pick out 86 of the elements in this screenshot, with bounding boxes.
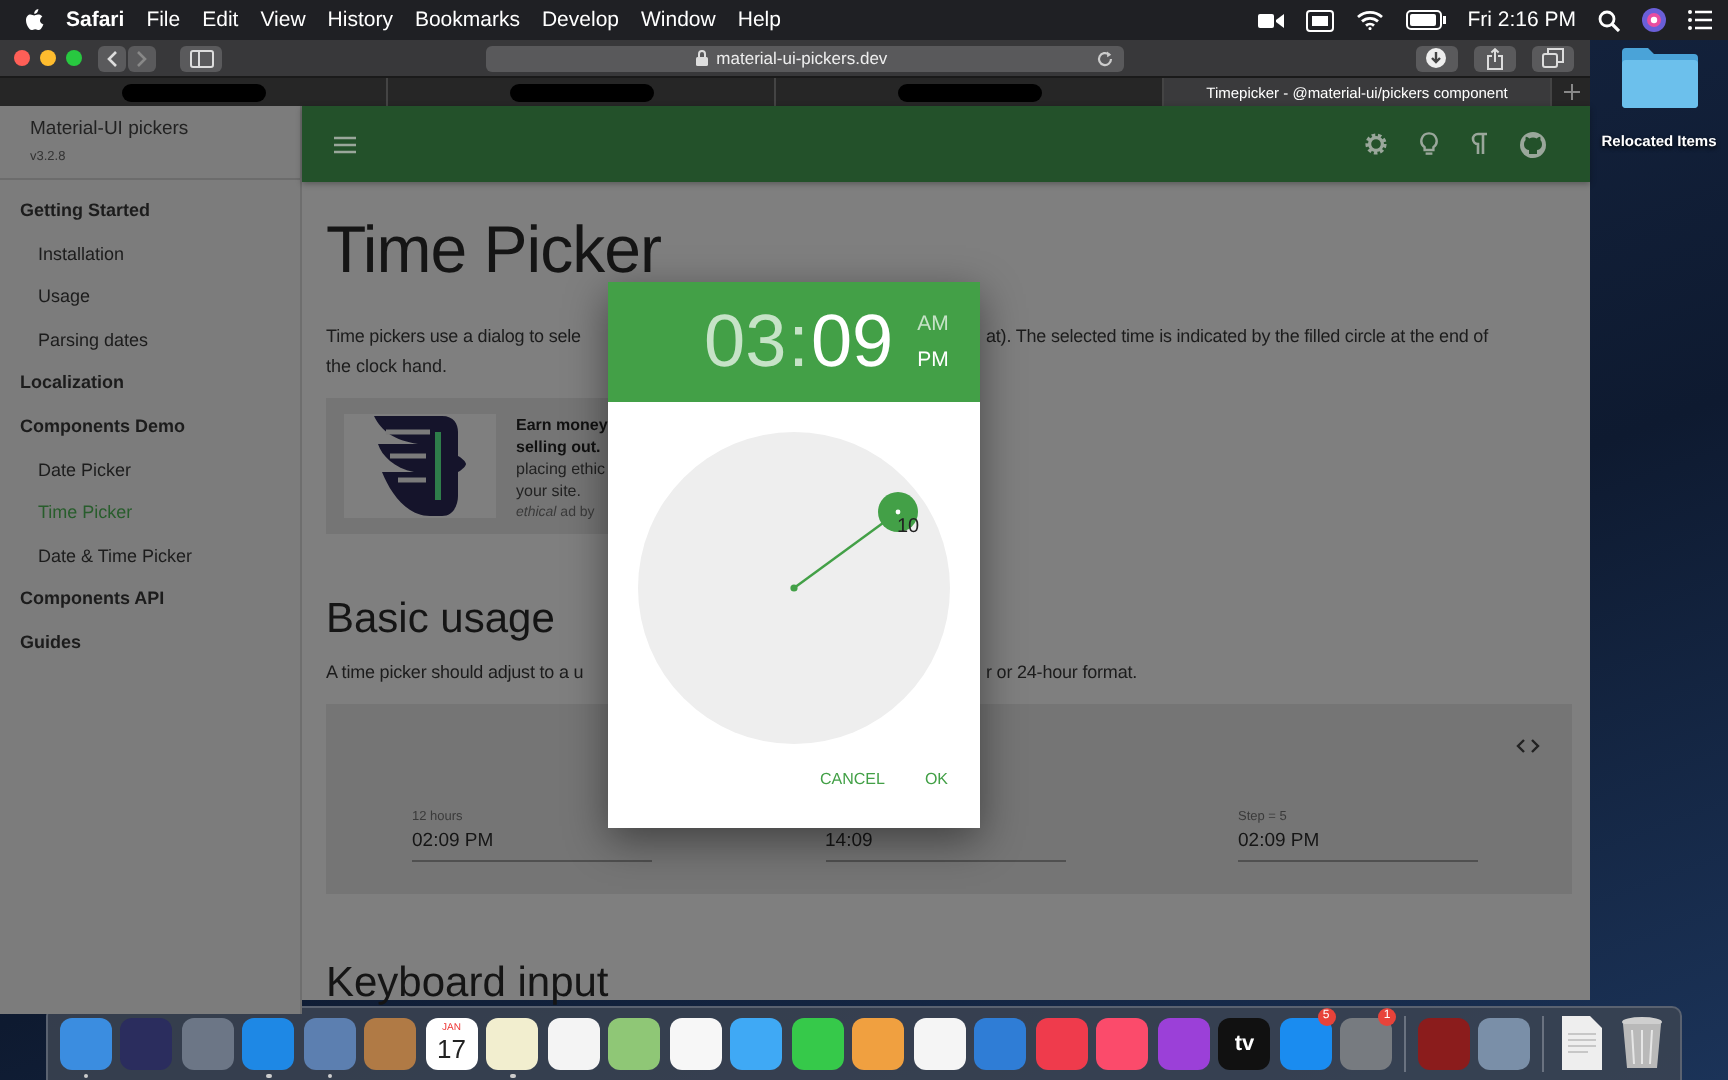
calendar-day: 17 (437, 1033, 466, 1065)
menu-item[interactable]: History (327, 8, 393, 32)
paragraph-text: r or 24-hour format. (986, 660, 1140, 686)
field-value: 02:09 PM (412, 828, 494, 856)
nav-item[interactable]: Parsing dates (0, 319, 149, 363)
nav-item[interactable]: Date Picker (0, 449, 132, 493)
ad-headline: selling out. (516, 436, 601, 458)
minute-display[interactable]: 09 (810, 302, 894, 382)
apple-logo-icon[interactable] (24, 8, 44, 32)
share-button[interactable] (1473, 45, 1516, 71)
folder-icon[interactable] (1619, 44, 1699, 108)
menu-icon[interactable] (334, 135, 356, 153)
url-text: material-ui-pickers.dev (716, 48, 888, 68)
clock-hand[interactable] (790, 492, 918, 592)
site-title: Material-UI pickers (30, 118, 191, 140)
nav-section[interactable]: Guides (0, 621, 82, 666)
field-value: 02:09 PM (1238, 828, 1320, 856)
chevron-left-icon (106, 49, 118, 67)
nav-section[interactable]: Getting Started (0, 190, 151, 234)
download-button[interactable] (1415, 45, 1458, 71)
code-icon[interactable] (1516, 738, 1540, 754)
dialog-action-button[interactable]: CANCEL (803, 762, 901, 796)
redaction-mark (121, 83, 265, 101)
nav-item[interactable]: Installation (0, 233, 125, 277)
field-value: 14:09 (825, 828, 873, 856)
lock-icon (696, 50, 709, 66)
chevron-right-icon (136, 49, 148, 67)
paragraph-text: at). The selected time is indicated by the filled circle at the end of (986, 324, 1491, 350)
share-icon (1485, 47, 1504, 69)
display-icon[interactable] (1305, 9, 1334, 31)
paragraph-text: Time pickers use a dialog to sele (326, 324, 583, 350)
menu-item[interactable]: View (260, 8, 306, 32)
menu-item[interactable]: Safari (66, 8, 125, 32)
zoom-window-button[interactable] (66, 50, 82, 66)
siri-icon[interactable] (1642, 8, 1666, 32)
sidebar-button[interactable] (180, 45, 223, 71)
redaction-mark (509, 83, 653, 101)
menu-item[interactable]: Edit (202, 8, 239, 32)
nav-section[interactable]: Components Demo (0, 405, 186, 450)
sidebar-icon (189, 49, 214, 67)
ad-text: your site. (516, 480, 581, 502)
reload-icon[interactable] (1095, 49, 1114, 67)
menu-bar-clock[interactable]: Fri 2:16 PM (1467, 8, 1576, 32)
meridiem-toggle[interactable]: PM (917, 348, 949, 372)
menu-item[interactable]: Help (737, 8, 781, 32)
paragraph-text: the clock hand. (326, 354, 448, 380)
dialog-action-button[interactable]: OK (908, 762, 964, 796)
app-icon[interactable] (485, 1014, 540, 1078)
search-icon[interactable] (1598, 9, 1620, 31)
forward-button[interactable] (128, 45, 156, 71)
menu-item[interactable]: Develop (541, 8, 619, 32)
redaction-mark (897, 83, 1041, 101)
address-bar[interactable]: material-ui-pickers.dev (486, 45, 1124, 71)
list-icon[interactable] (1688, 10, 1712, 30)
nav-section[interactable]: Localization (0, 362, 125, 406)
back-button[interactable] (98, 45, 126, 71)
page-heading: Time Picker (326, 214, 661, 286)
round-logo-icon[interactable] (1520, 131, 1546, 157)
meridiem-toggle[interactable]: AM (917, 312, 949, 336)
wing-logo-drawing (370, 412, 470, 520)
menu-item[interactable]: File (146, 8, 181, 32)
settings-icon[interactable] (1364, 132, 1388, 156)
download-icon (1426, 48, 1447, 68)
nav-section[interactable]: Components API (0, 578, 165, 622)
tv-label: tv (1234, 1031, 1255, 1055)
camera-icon[interactable] (1257, 11, 1284, 29)
paragraph-mark-icon[interactable] (1470, 132, 1488, 156)
battery-icon[interactable] (1405, 10, 1446, 30)
time-separator: : (786, 302, 811, 382)
section-heading: Keyboard input (326, 958, 609, 1010)
ad-headline: Earn money (516, 414, 608, 436)
nav-item[interactable]: Usage (0, 276, 91, 320)
nav-item[interactable]: Date & Time Picker (0, 535, 193, 579)
ad-text: placing ethic (516, 458, 605, 480)
close-window-button[interactable] (14, 50, 30, 66)
menu-item[interactable]: Window (641, 8, 716, 32)
paragraph-text: A time picker should adjust to a u (326, 660, 586, 686)
hour-display[interactable]: 03 (704, 302, 787, 382)
section-heading: Basic usage (326, 594, 555, 646)
tabs-icon (1541, 48, 1564, 68)
minimize-window-button[interactable] (40, 50, 56, 66)
menu-item[interactable]: Bookmarks (414, 8, 520, 32)
wifi-icon[interactable] (1355, 10, 1384, 30)
lightbulb-icon[interactable] (1420, 132, 1438, 156)
tab-overview-button[interactable] (1531, 45, 1575, 71)
new-tab-icon[interactable] (1564, 84, 1580, 100)
